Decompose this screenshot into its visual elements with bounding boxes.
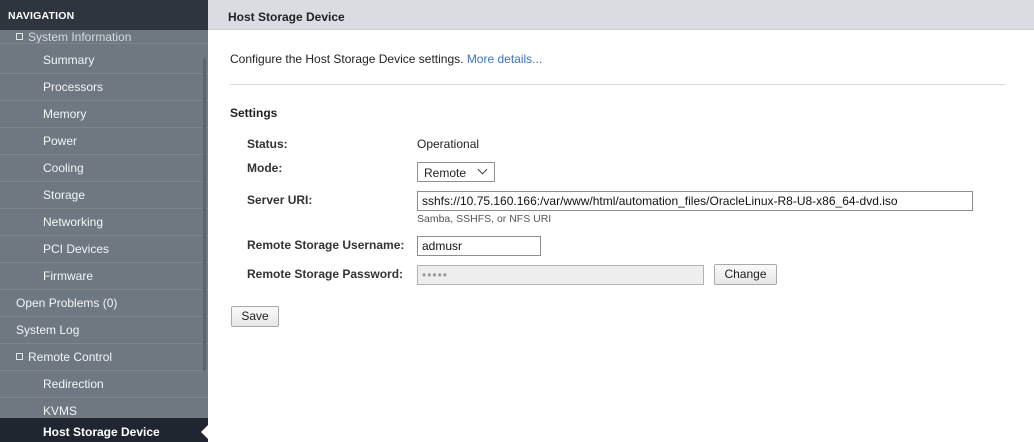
sidebar-item-label: Redirection <box>43 377 104 391</box>
active-indicator-arrow-icon <box>201 425 208 439</box>
status-value: Operational <box>417 137 480 151</box>
sidebar-item-label: PCI Devices <box>43 242 110 256</box>
sidebar-item-processors[interactable]: Processors <box>0 74 208 101</box>
sidebar-item-power[interactable]: Power <box>0 128 208 155</box>
server-uri-hint: Samba, SSHFS, or NFS URI <box>417 213 552 225</box>
sidebar-item-label: Open Problems (0) <box>16 296 118 310</box>
sidebar-item-redirection[interactable]: Redirection <box>0 371 208 398</box>
status-label: Status: <box>247 137 288 151</box>
sidebar-item-label: Host Storage Device <box>43 425 160 439</box>
navigation-header: NAVIGATION <box>0 0 208 30</box>
sidebar-item-summary[interactable]: Summary <box>0 47 208 74</box>
sidebar-item-label: Cooling <box>43 161 84 175</box>
sidebar-item-remote-control[interactable]: Remote Control <box>0 344 208 371</box>
server-uri-input[interactable] <box>417 191 973 211</box>
sidebar-item-label: Summary <box>43 53 95 67</box>
sidebar-item-label: System Log <box>16 323 80 337</box>
sidebar-item-label: Remote Control <box>28 350 113 364</box>
collapse-box-icon <box>16 353 23 360</box>
sidebar-item-label: KVMS <box>43 404 78 418</box>
sidebar-item-label: Memory <box>43 107 87 121</box>
mode-select[interactable]: Remote <box>417 162 495 182</box>
sidebar-item-label: Storage <box>43 188 86 202</box>
mode-label: Mode: <box>247 161 283 175</box>
sidebar-item-cooling[interactable]: Cooling <box>0 155 208 182</box>
sidebar-item-firmware[interactable]: Firmware <box>0 263 208 290</box>
sidebar-item-label: Firmware <box>43 269 93 283</box>
sidebar-item-label: Networking <box>43 215 104 229</box>
main-content: Host Storage Device Configure the Host S… <box>208 0 1034 442</box>
sidebar-item-system-information[interactable]: System Information <box>0 30 208 44</box>
page-title: Host Storage Device <box>208 0 1034 30</box>
collapse-box-icon <box>16 33 23 40</box>
remote-storage-username-label: Remote Storage Username: <box>247 238 405 252</box>
change-password-button[interactable]: Change <box>714 264 777 285</box>
sidebar-item-label: System Information <box>28 30 132 44</box>
intro-text: Configure the Host Storage Device settin… <box>230 52 542 66</box>
section-divider <box>230 84 1006 85</box>
sidebar-item-open-problems[interactable]: Open Problems (0) <box>0 290 208 317</box>
sidebar-scrollbar[interactable] <box>203 58 206 371</box>
sidebar-item-pci-devices[interactable]: PCI Devices <box>0 236 208 263</box>
server-uri-label: Server URI: <box>247 193 313 207</box>
settings-section-title: Settings <box>230 106 278 120</box>
mode-select-value: Remote <box>424 166 467 180</box>
sidebar-item-label: Power <box>43 134 78 148</box>
remote-storage-username-input[interactable] <box>417 236 541 256</box>
more-details-link[interactable]: More details... <box>467 52 542 66</box>
sidebar-item-host-storage-device[interactable]: Host Storage Device <box>0 418 208 442</box>
sidebar-item-storage[interactable]: Storage <box>0 182 208 209</box>
navigation-sidebar: NAVIGATION System Information Summary Pr… <box>0 0 208 442</box>
chevron-down-icon <box>477 164 488 175</box>
sidebar-item-system-log[interactable]: System Log <box>0 317 208 344</box>
sidebar-item-label: Processors <box>43 80 104 94</box>
sidebar-item-networking[interactable]: Networking <box>0 209 208 236</box>
save-button[interactable]: Save <box>231 306 279 327</box>
remote-storage-password-input[interactable] <box>417 265 704 285</box>
remote-storage-password-label: Remote Storage Password: <box>247 267 404 281</box>
intro-description: Configure the Host Storage Device settin… <box>230 52 464 66</box>
sidebar-item-memory[interactable]: Memory <box>0 101 208 128</box>
